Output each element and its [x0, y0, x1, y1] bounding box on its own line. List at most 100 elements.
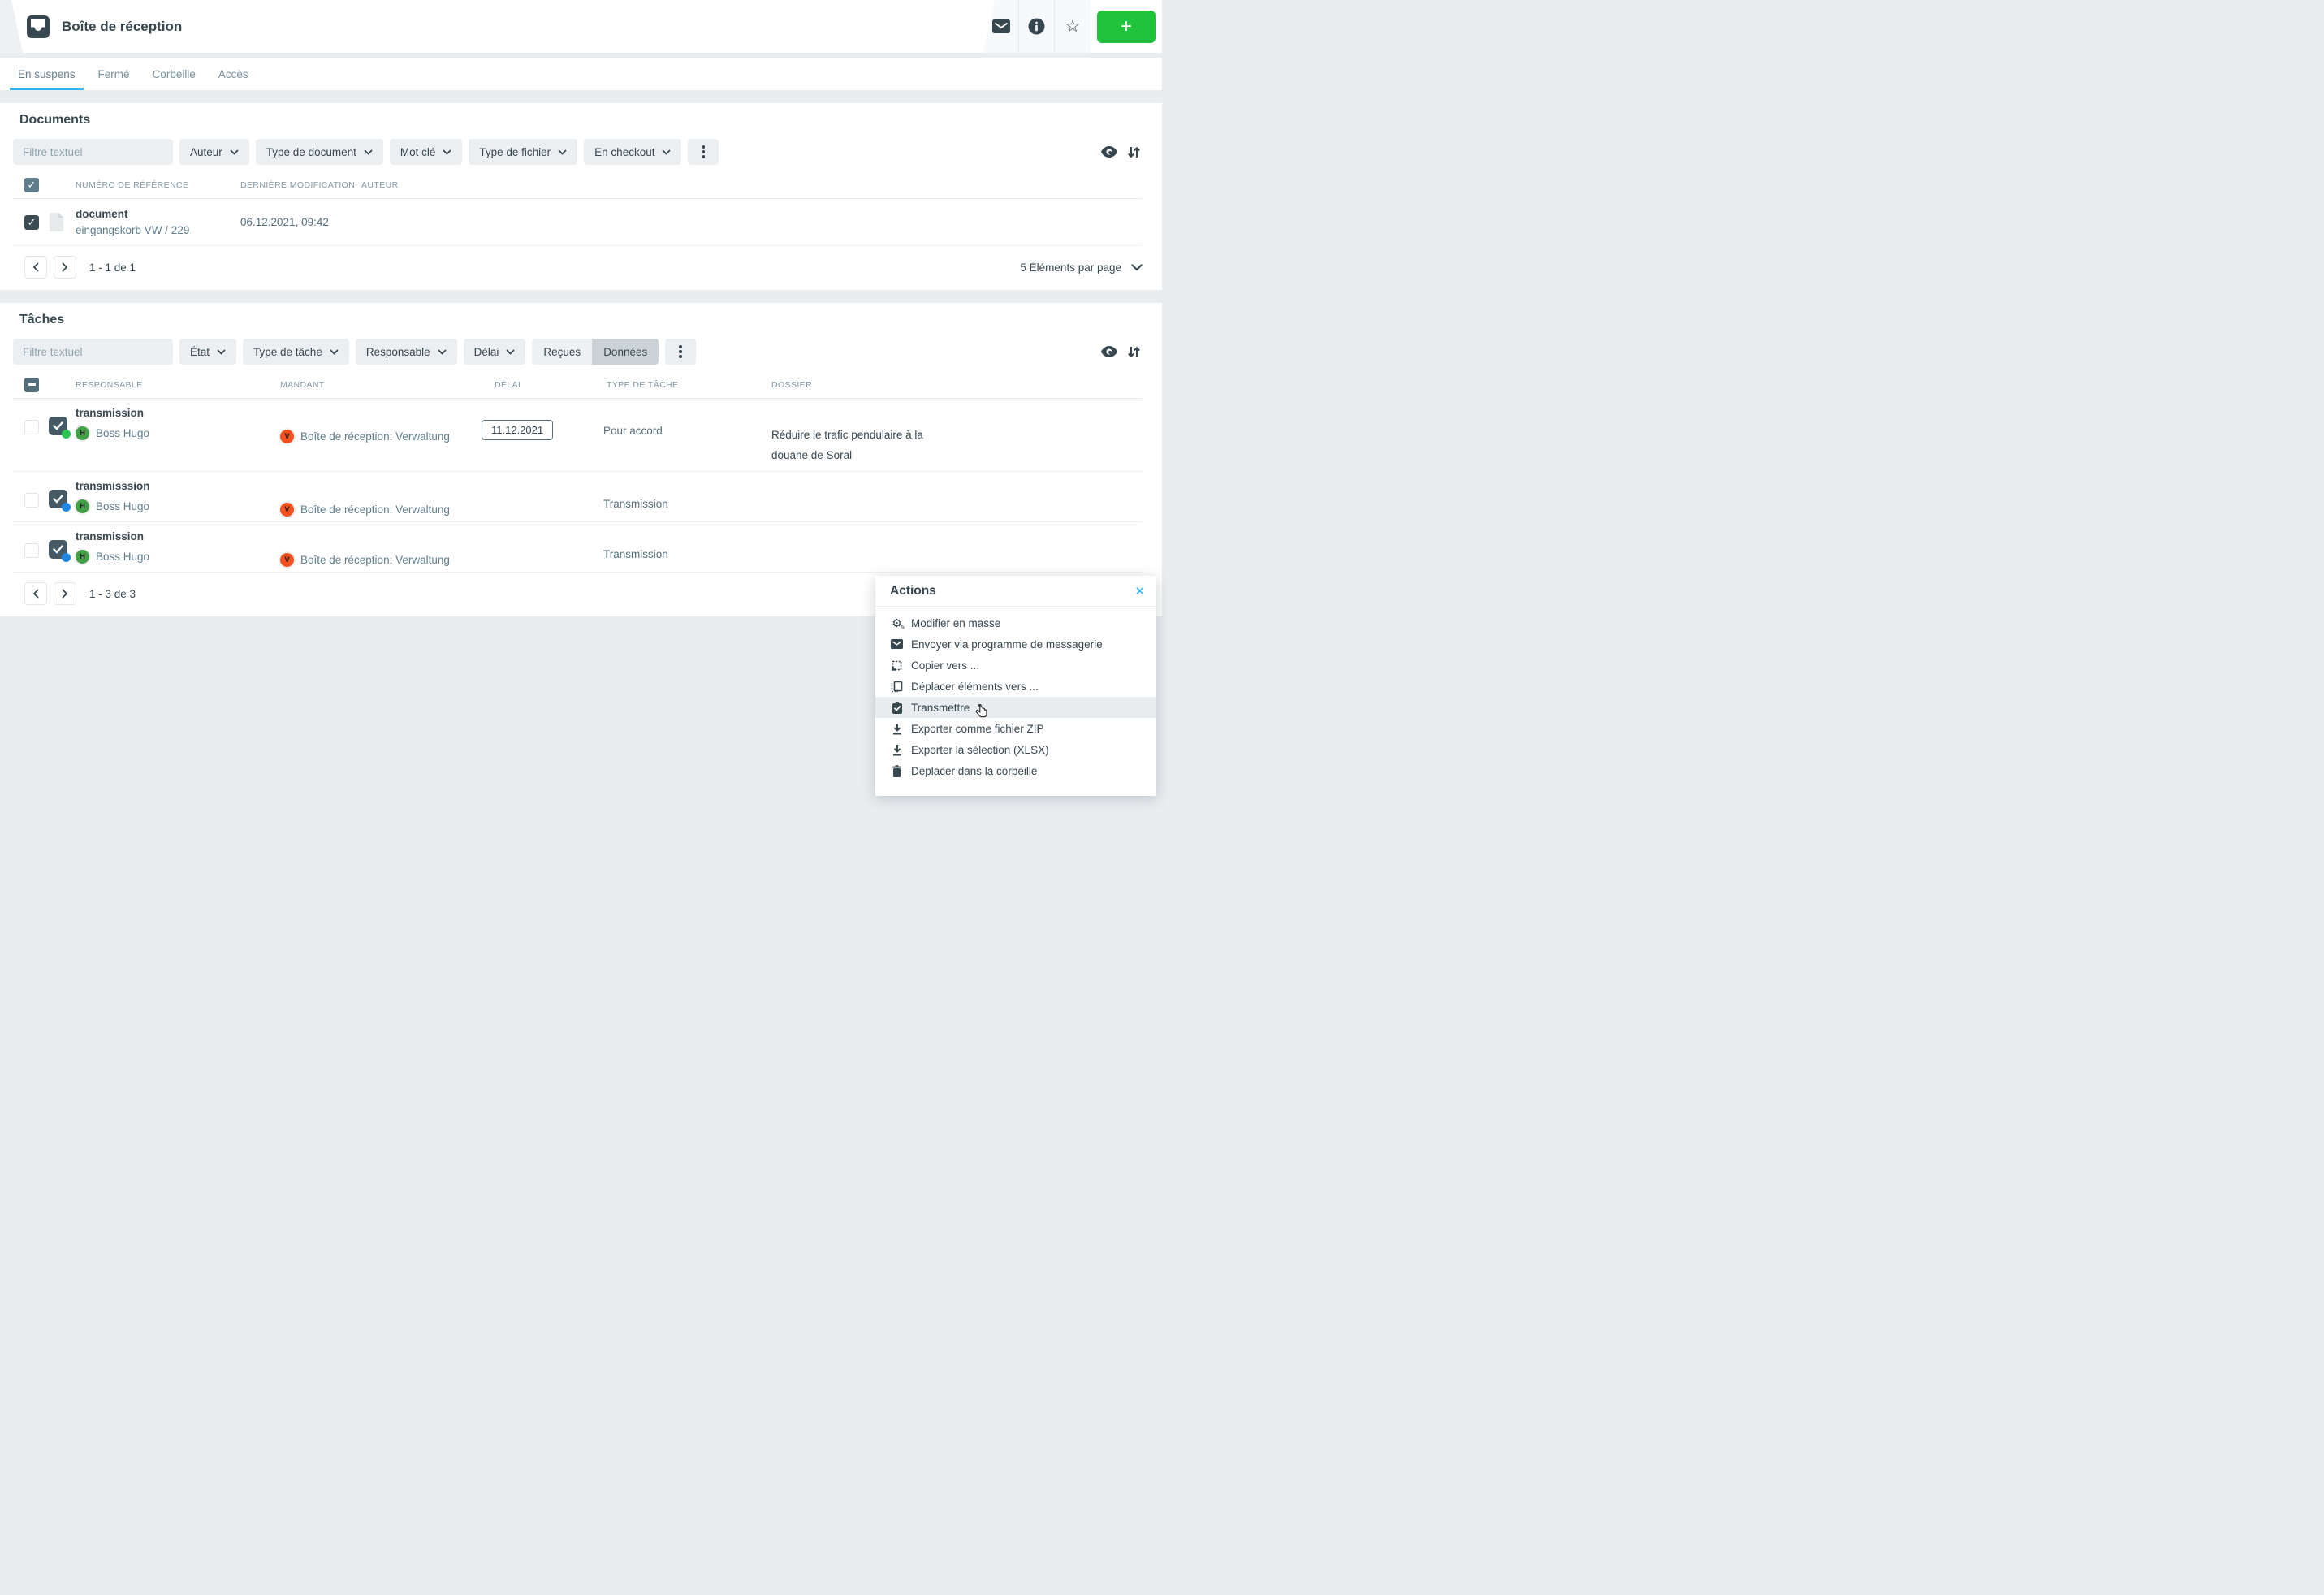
mandant-avatar: V	[280, 553, 294, 567]
mandant-avatar: V	[280, 430, 294, 443]
mail-button[interactable]	[983, 0, 1019, 53]
task-row[interactable]: transmisssion H Boss Hugo V Boîte de réc…	[13, 472, 1143, 522]
chevron-down-icon	[1131, 264, 1143, 271]
tasks-prev-page-button[interactable]	[24, 582, 47, 605]
menu-item-envoyer-via-messagerie[interactable]: Envoyer via programme de messagerie	[875, 633, 1156, 655]
menu-item-deplacer-elements-vers[interactable]: Déplacer éléments vers ...	[875, 676, 1156, 697]
documents-per-page-select[interactable]: 5 Éléments par page	[1020, 262, 1143, 274]
download-icon	[890, 744, 904, 756]
toggle-donnees[interactable]: Données	[592, 339, 659, 365]
menu-item-deplacer-corbeille[interactable]: Déplacer dans la corbeille	[875, 760, 1156, 781]
tasks-next-page-button[interactable]	[54, 582, 76, 605]
filter-type-de-document[interactable]: Type de document	[256, 139, 383, 165]
chevron-right-icon	[62, 262, 68, 272]
task-type: Transmission	[603, 498, 766, 521]
header: Boîte de réception	[0, 0, 1162, 53]
filter-en-checkout[interactable]: En checkout	[584, 139, 681, 165]
tab-en-suspens[interactable]: En suspens	[6, 58, 87, 90]
menu-item-copier-vers[interactable]: Copier vers ...	[875, 655, 1156, 676]
documents-prev-page-button[interactable]	[24, 256, 47, 279]
task-row-checkbox[interactable]	[24, 543, 39, 558]
column-type-de-tache: TYPE DE TÂCHE	[603, 380, 766, 390]
tab-ferme[interactable]: Fermé	[87, 58, 141, 90]
document-row[interactable]: ✓ document eingangskorb VW / 229 06.12.2…	[13, 199, 1143, 246]
tab-bar: En suspens Fermé Corbeille Accès	[0, 58, 1162, 90]
trash-icon	[890, 765, 904, 777]
close-button[interactable]: ✕	[1134, 584, 1145, 599]
tasks-sort-button[interactable]	[1125, 344, 1143, 361]
task-row[interactable]: transmission H Boss Hugo V Boîte de réce…	[13, 522, 1143, 573]
menu-item-exporter-zip[interactable]: Exporter comme fichier ZIP	[875, 718, 1156, 739]
documents-sort-button[interactable]	[1125, 144, 1143, 161]
mail-icon	[890, 639, 904, 649]
actions-menu: Actions ✕ ⚙✎ Modifier en masse Envoyer v…	[875, 576, 1156, 796]
task-title: transmission	[76, 407, 280, 419]
column-auteur: AUTEUR	[361, 180, 1143, 190]
filter-mot-cle[interactable]: Mot clé	[390, 139, 463, 165]
gear-edit-icon: ⚙✎	[890, 617, 904, 629]
tab-acces[interactable]: Accès	[207, 58, 260, 90]
tasks-view-toggle: Reçues Données	[532, 339, 659, 365]
responsable-name: Boss Hugo	[96, 551, 149, 563]
star-icon: ☆	[1065, 18, 1081, 35]
task-dossier: Réduire le trafic pendulaire à la douane…	[766, 425, 928, 471]
filter-etat[interactable]: État	[179, 339, 236, 365]
menu-item-transmettre[interactable]: Transmettre	[875, 697, 1156, 718]
task-row-checkbox[interactable]	[24, 420, 39, 434]
cursor-hand-icon	[974, 704, 988, 720]
favorite-button[interactable]: ☆	[1055, 0, 1091, 53]
documents-more-filters-button[interactable]	[688, 139, 719, 165]
toggle-recues[interactable]: Reçues	[532, 339, 592, 365]
documents-column-visibility-button[interactable]	[1099, 145, 1119, 159]
tasks-column-visibility-button[interactable]	[1099, 344, 1119, 359]
mandant-name: Boîte de réception: Verwaltung	[300, 554, 450, 566]
sort-icon	[1127, 145, 1141, 159]
document-icon	[49, 212, 76, 232]
actions-menu-title: Actions	[890, 584, 936, 599]
task-check-icon	[49, 490, 67, 508]
column-mandant: MANDANT	[280, 380, 482, 390]
mandant-name: Boîte de réception: Verwaltung	[300, 430, 450, 443]
status-dot	[62, 430, 71, 439]
tasks-filter-row: État Type de tâche Responsable Délai Reç…	[13, 339, 1143, 365]
mandant-name: Boîte de réception: Verwaltung	[300, 504, 450, 516]
filter-type-de-tache[interactable]: Type de tâche	[243, 339, 349, 365]
tasks-text-filter-input[interactable]	[13, 339, 173, 365]
info-icon	[1028, 18, 1045, 35]
responsable-avatar: H	[76, 426, 89, 440]
documents-select-all-checkbox[interactable]: ✓	[24, 178, 39, 192]
task-row[interactable]: transmission H Boss Hugo V Boîte de réce…	[13, 399, 1143, 472]
add-button[interactable]: +	[1097, 11, 1156, 43]
tab-corbeille[interactable]: Corbeille	[141, 58, 207, 90]
task-delai-field[interactable]: 11.12.2021	[482, 420, 553, 440]
filter-delai[interactable]: Délai	[464, 339, 526, 365]
filter-responsable[interactable]: Responsable	[356, 339, 457, 365]
document-row-checkbox[interactable]: ✓	[24, 215, 39, 230]
chevron-down-icon	[217, 349, 226, 355]
copy-icon	[890, 659, 904, 672]
documents-text-filter-input[interactable]	[13, 139, 173, 165]
eye-icon	[1101, 146, 1117, 158]
documents-title: Documents	[19, 113, 1143, 129]
responsable-avatar: H	[76, 550, 89, 564]
info-button[interactable]	[1019, 0, 1055, 53]
chevron-down-icon	[558, 149, 567, 155]
tasks-more-filters-button[interactable]	[665, 339, 696, 365]
close-icon: ✕	[1134, 585, 1145, 599]
kebab-icon	[702, 145, 706, 158]
filter-type-de-fichier[interactable]: Type de fichier	[469, 139, 577, 165]
chevron-right-icon	[62, 589, 68, 599]
task-row-checkbox[interactable]	[24, 493, 39, 508]
documents-next-page-button[interactable]	[54, 256, 76, 279]
tasks-select-all-checkbox[interactable]	[24, 378, 39, 392]
menu-item-exporter-xlsx[interactable]: Exporter la sélection (XLSX)	[875, 739, 1156, 760]
header-left-decoration	[0, 0, 24, 53]
documents-section: Documents Auteur Type de document Mot cl…	[0, 103, 1162, 290]
menu-item-modifier-en-masse[interactable]: ⚙✎ Modifier en masse	[875, 612, 1156, 633]
page-title: Boîte de réception	[62, 19, 182, 35]
chevron-left-icon	[32, 589, 39, 599]
document-modified: 06.12.2021, 09:42	[240, 216, 361, 228]
document-reference: eingangskorb VW / 229	[76, 224, 240, 236]
kebab-icon	[679, 345, 682, 358]
filter-auteur[interactable]: Auteur	[179, 139, 249, 165]
